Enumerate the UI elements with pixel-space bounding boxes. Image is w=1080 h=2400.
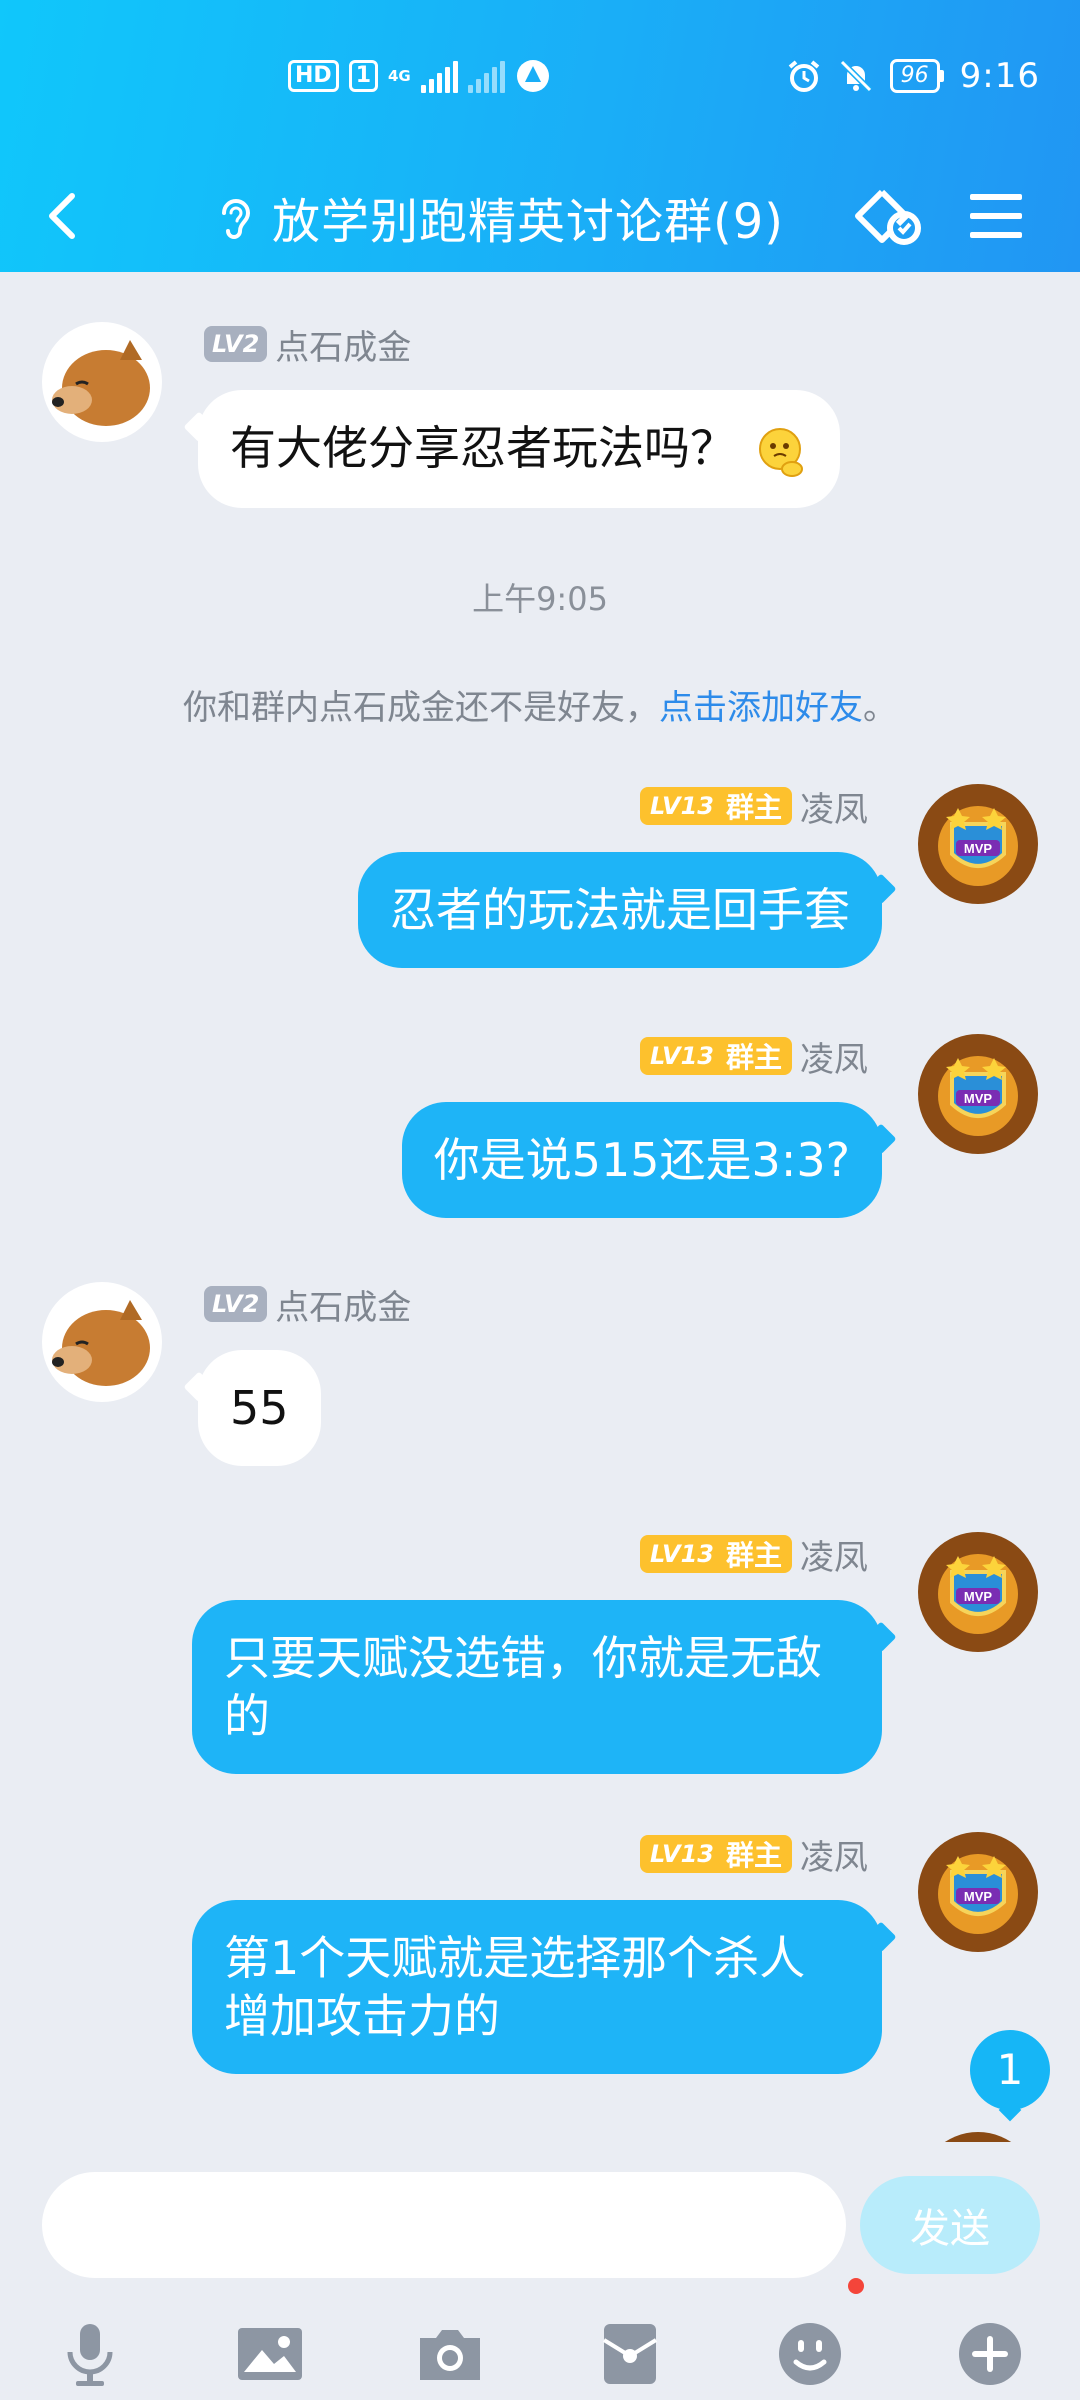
message-timestamp: 上午9:05 bbox=[472, 580, 608, 618]
message-bubble[interactable]: 有大佬分享忍者玩法吗？ bbox=[198, 390, 840, 508]
message-input[interactable] bbox=[42, 2172, 846, 2278]
ear-icon bbox=[222, 199, 251, 239]
image-icon[interactable] bbox=[234, 2318, 306, 2390]
svg-text:MVP: MVP bbox=[964, 1889, 993, 1904]
sender-name[interactable]: 凌凤 bbox=[800, 1032, 868, 1081]
back-arrow-icon[interactable] bbox=[36, 188, 92, 244]
group-link-icon[interactable] bbox=[852, 186, 928, 250]
sim-badge: 1 bbox=[348, 60, 378, 92]
sender-name[interactable]: 凌凤 bbox=[800, 1530, 868, 1579]
message-text: 只要天赋没选错，你就是无敌的 bbox=[224, 1631, 822, 1743]
avatar-mvp[interactable]: MVP bbox=[918, 1034, 1038, 1154]
input-toolbar bbox=[0, 2308, 1080, 2400]
sender-name[interactable]: 点石成金 bbox=[275, 1280, 411, 1329]
camera-icon[interactable] bbox=[414, 2318, 486, 2390]
message-bubble[interactable]: 忍者的玩法就是回手套 bbox=[358, 852, 882, 968]
network-type: 4G bbox=[388, 66, 411, 85]
owner-badge: LV13 群主 bbox=[640, 1037, 792, 1075]
sender-name[interactable]: 点石成金 bbox=[275, 320, 411, 369]
battery-icon: 96 bbox=[889, 59, 944, 93]
level-badge: LV13 bbox=[650, 1840, 714, 1868]
plus-icon[interactable] bbox=[954, 2318, 1026, 2390]
avatar-mvp[interactable]: MVP bbox=[918, 1832, 1038, 1952]
status-bar: HD 1 4G 96 9:16 bbox=[0, 0, 1080, 160]
avatar-shiba[interactable] bbox=[42, 1282, 162, 1402]
role-label: 群主 bbox=[725, 791, 782, 824]
message-bubble[interactable]: 你是说515还是3:3? bbox=[401, 1102, 882, 1218]
message-text: 第1个天赋就是选择那个杀人增加攻击力的 bbox=[224, 1931, 806, 2043]
sender-meta: LV13 群主 凌凤 bbox=[640, 1032, 868, 1081]
level-badge: LV2 bbox=[204, 326, 268, 362]
send-button[interactable]: 发送 bbox=[860, 2176, 1040, 2274]
thinking-emoji-icon bbox=[759, 427, 803, 477]
microphone-icon[interactable] bbox=[54, 2318, 126, 2390]
avatar-mvp[interactable]: MVP bbox=[918, 784, 1038, 904]
mute-bell-icon bbox=[839, 59, 872, 93]
sender-meta: LV2 点石成金 bbox=[204, 1280, 411, 1329]
red-packet-icon[interactable] bbox=[594, 2318, 666, 2390]
chat-header: HD 1 4G 96 9:16 放学别跑精英讨论群(9) bbox=[0, 0, 1080, 272]
add-friend-notice: 你和群内点石成金还不是好友，点击添加好友。 bbox=[0, 680, 1080, 729]
alarm-icon bbox=[788, 60, 819, 92]
clock: 9:16 bbox=[959, 56, 1040, 96]
message-text: 忍者的玩法就是回手套 bbox=[390, 883, 850, 937]
avatar-mvp[interactable] bbox=[918, 2132, 1038, 2142]
message-bubble[interactable]: 只要天赋没选错，你就是无敌的 bbox=[192, 1600, 882, 1774]
avatar-mvp[interactable]: MVP bbox=[918, 1532, 1038, 1652]
message-text: 你是说515还是3:3? bbox=[433, 1133, 850, 1187]
message-bubble[interactable]: 第1个天赋就是选择那个杀人增加攻击力的 bbox=[192, 1900, 882, 2074]
owner-badge: LV13 群主 bbox=[640, 787, 792, 825]
sender-meta: LV13 群主 凌凤 bbox=[640, 782, 868, 831]
level-badge: LV13 bbox=[650, 1042, 714, 1070]
status-left: HD 1 4G bbox=[288, 58, 551, 94]
battery-level: 96 bbox=[889, 59, 940, 93]
level-badge: LV13 bbox=[650, 1540, 714, 1568]
role-label: 群主 bbox=[725, 1539, 782, 1572]
message-text: 55 bbox=[230, 1381, 289, 1435]
signal-2-icon bbox=[467, 59, 505, 93]
sender-meta: LV13 群主 凌凤 bbox=[640, 1830, 868, 1879]
signal-icon bbox=[420, 59, 458, 93]
notice-text: 你和群内点石成金还不是好友， bbox=[183, 688, 659, 728]
role-label: 群主 bbox=[725, 1839, 782, 1872]
svg-text:MVP: MVP bbox=[964, 1091, 993, 1106]
message-bubble[interactable]: 55 bbox=[198, 1350, 321, 1466]
hd-badge: HD bbox=[288, 60, 339, 92]
notice-suffix: 。 bbox=[863, 688, 897, 728]
svg-text:MVP: MVP bbox=[964, 1589, 993, 1604]
owner-badge: LV13 群主 bbox=[640, 1835, 792, 1873]
sender-name[interactable]: 凌凤 bbox=[800, 1830, 868, 1879]
input-area: 发送 bbox=[0, 2142, 1080, 2400]
menu-icon[interactable] bbox=[966, 190, 1026, 242]
emoji-icon[interactable] bbox=[774, 2318, 846, 2390]
avatar-shiba[interactable] bbox=[42, 322, 162, 442]
sender-meta: LV13 群主 凌凤 bbox=[640, 1530, 868, 1579]
status-right: 96 9:16 bbox=[786, 56, 1040, 96]
owner-badge: LV13 群主 bbox=[640, 1535, 792, 1573]
chat-messages[interactable]: LV2 点石成金 有大佬分享忍者玩法吗？ 上午9:05 你和群内点石成金还不是好… bbox=[0, 272, 1080, 2142]
sender-meta: LV2 点石成金 bbox=[204, 320, 411, 369]
title-bar: 放学别跑精英讨论群(9) bbox=[0, 160, 1080, 272]
page-title: 放学别跑精英讨论群(9) bbox=[272, 194, 784, 250]
level-badge: LV2 bbox=[204, 1286, 268, 1322]
level-badge: LV13 bbox=[650, 792, 714, 820]
svg-text:MVP: MVP bbox=[964, 841, 993, 856]
hotspot-icon bbox=[516, 60, 549, 92]
emoji-new-dot bbox=[848, 2278, 864, 2294]
role-label: 群主 bbox=[725, 1041, 782, 1074]
message-text: 有大佬分享忍者玩法吗？ bbox=[230, 421, 736, 475]
title-wrap[interactable]: 放学别跑精英讨论群(9) bbox=[214, 182, 784, 252]
add-friend-link[interactable]: 点击添加好友 bbox=[659, 688, 863, 728]
sender-name[interactable]: 凌凤 bbox=[800, 782, 868, 831]
